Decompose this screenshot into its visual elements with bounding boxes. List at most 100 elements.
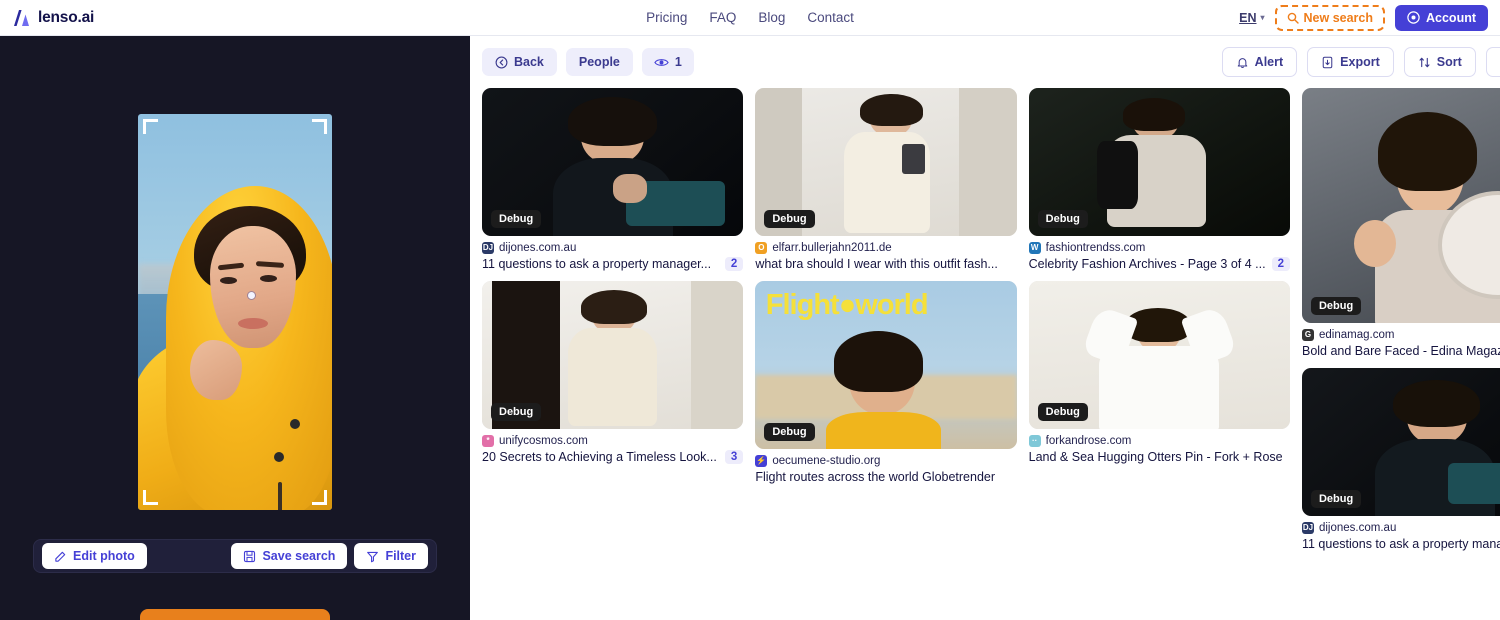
result-card[interactable]: Flight●world Debug ⚡ oecumene-studio.org… [755, 281, 1017, 484]
result-title[interactable]: 20 Secrets to Achieving a Timeless Look.… [482, 450, 719, 464]
result-match-count: 3 [724, 450, 744, 464]
photo-lips [238, 318, 268, 329]
photo-eye-right [260, 275, 277, 282]
result-card[interactable]: Debug ·· forkandrose.com Land & Sea Hugg… [1028, 281, 1290, 464]
result-match-count: 2 [1271, 257, 1290, 271]
toolbar-left-group: Back People 1 [482, 48, 694, 76]
new-search-button[interactable]: New search [1279, 8, 1380, 27]
result-title[interactable]: Bold and Bare Faced - Edina Magazine [1302, 344, 1500, 358]
result-source: DJ dijones.com.au [482, 242, 743, 254]
result-thumbnail[interactable]: Debug [1028, 281, 1290, 429]
debug-badge[interactable]: Debug [1037, 210, 1088, 228]
query-photo[interactable] [138, 114, 332, 510]
save-disk-icon [243, 550, 256, 563]
result-card[interactable]: Debug O elfarr.bullerjahn2011.de what br… [755, 88, 1017, 271]
favicon-icon: G [1301, 329, 1314, 341]
favicon-icon: DJ [1301, 522, 1314, 534]
account-button[interactable]: Account [1395, 4, 1488, 31]
debug-badge[interactable]: Debug [1037, 403, 1088, 421]
result-thumbnail[interactable]: Debug [1301, 368, 1500, 516]
crop-handle-bottom-left[interactable] [143, 490, 158, 505]
photo-hand [190, 340, 242, 400]
crop-handle-top-right[interactable] [312, 119, 327, 134]
query-photo-artwork [138, 114, 332, 510]
result-title[interactable]: Celebrity Fashion Archives - Page 3 of 4… [1029, 257, 1266, 271]
result-thumbnail[interactable]: Debug [1028, 88, 1290, 236]
result-card[interactable]: Debug DJ dijones.com.au 11 questions to … [482, 88, 744, 271]
chevron-down-icon: ▾ [1260, 13, 1265, 22]
alert-label: Alert [1254, 55, 1284, 69]
result-source: O elfarr.bullerjahn2011.de [755, 242, 1016, 254]
nav-link-blog[interactable]: Blog [758, 10, 785, 25]
new-search-highlight-outline: New search [1274, 4, 1385, 31]
result-thumbnail[interactable]: Debug [755, 88, 1017, 236]
result-title-row: Celebrity Fashion Archives - Page 3 of 4… [1029, 257, 1290, 271]
save-search-button[interactable]: Save search [231, 543, 348, 569]
result-source: * unifycosmos.com [482, 435, 743, 447]
debug-badge[interactable]: Debug [764, 423, 815, 441]
edit-photo-label: Edit photo [73, 549, 135, 563]
result-source: G edinamag.com [1301, 329, 1500, 341]
crop-handle-top-left[interactable] [143, 119, 158, 134]
people-label: People [578, 55, 620, 69]
filter-button[interactable]: Filter [1485, 47, 1500, 77]
sidebar-filter-button[interactable]: Filter [354, 543, 428, 569]
result-card[interactable]: Debug * unifycosmos.com 20 Secrets to Ac… [482, 281, 744, 464]
result-domain: unifycosmos.com [499, 435, 588, 447]
nav-link-faq[interactable]: FAQ [709, 10, 736, 25]
debug-badge[interactable]: Debug [491, 403, 542, 421]
views-count-value: 1 [674, 55, 682, 69]
result-title-row: Bold and Bare Faced - Edina Magazine 2 [1302, 344, 1500, 358]
sort-button[interactable]: Sort [1403, 47, 1476, 77]
debug-badge[interactable]: Debug [764, 210, 815, 228]
photo-coat-button-1 [290, 419, 300, 429]
edit-photo-button[interactable]: Edit photo [42, 543, 147, 569]
nav-link-pricing[interactable]: Pricing [646, 10, 687, 25]
new-search-label: New search [1303, 10, 1373, 25]
result-card[interactable]: Debug G edinamag.com Bold and Bare Faced… [1301, 88, 1500, 358]
nav-link-contact[interactable]: Contact [807, 10, 854, 25]
sidebar-filter-label: Filter [385, 549, 416, 563]
result-thumbnail[interactable]: Debug [482, 281, 744, 429]
favicon-icon: * [482, 435, 494, 447]
views-counter[interactable]: 1 [641, 48, 694, 76]
result-title[interactable]: 11 questions to ask a property manager |… [1302, 537, 1500, 551]
language-selector[interactable]: EN ▾ [1239, 11, 1264, 25]
result-thumbnail[interactable]: Debug [1301, 88, 1500, 323]
sidebar-action-bar: Edit photo Save search Filter [33, 539, 437, 573]
page-body: Edit photo Save search Filter Back Peopl… [0, 36, 1500, 620]
top-navigation-bar: lenso.ai Pricing FAQ Blog Contact EN ▾ N… [0, 0, 1500, 36]
account-circle-icon [1407, 11, 1420, 24]
result-thumbnail[interactable]: Debug [482, 88, 744, 236]
export-button[interactable]: Export [1307, 47, 1394, 77]
eye-icon [654, 57, 669, 68]
result-card[interactable]: Debug DJ dijones.com.au 11 questions to … [1301, 368, 1500, 551]
bell-icon [1236, 56, 1249, 69]
result-domain: dijones.com.au [1318, 522, 1397, 534]
back-button[interactable]: Back [482, 48, 557, 76]
crop-handle-bottom-right[interactable] [312, 490, 327, 505]
upload-new-photo-button[interactable]: Upload new photo [140, 609, 330, 620]
photo-coat-button-2 [274, 452, 284, 462]
people-tab-button[interactable]: People [565, 48, 633, 76]
save-search-label: Save search [262, 549, 336, 563]
favicon-icon: ⚡ [755, 455, 768, 467]
result-title-row: 11 questions to ask a property manager..… [482, 257, 744, 271]
alert-button[interactable]: Alert [1221, 47, 1298, 77]
result-title[interactable]: Land & Sea Hugging Otters Pin - Fork + R… [1029, 450, 1290, 464]
result-title[interactable]: what bra should I wear with this outfit … [755, 257, 1016, 271]
debug-badge[interactable]: Debug [1310, 297, 1362, 315]
result-domain: fashiontrendss.com [1045, 242, 1146, 254]
result-thumbnail[interactable]: Flight●world Debug [755, 281, 1017, 449]
account-label: Account [1426, 10, 1476, 25]
result-card[interactable]: Debug W fashiontrendss.com Celebrity Fas… [1028, 88, 1290, 271]
debug-badge[interactable]: Debug [491, 210, 542, 228]
back-label: Back [514, 55, 544, 69]
result-title[interactable]: 11 questions to ask a property manager..… [482, 257, 719, 271]
result-title[interactable]: Flight routes across the world Globetren… [755, 470, 1016, 484]
brand-logo-area[interactable]: lenso.ai [0, 9, 94, 27]
results-panel: Back People 1 Alert Export Sort Debug DJ… [470, 36, 1500, 620]
debug-badge[interactable]: Debug [1310, 490, 1362, 508]
brand-name: lenso.ai [38, 8, 95, 26]
result-title-row: 20 Secrets to Achieving a Timeless Look.… [482, 450, 744, 464]
